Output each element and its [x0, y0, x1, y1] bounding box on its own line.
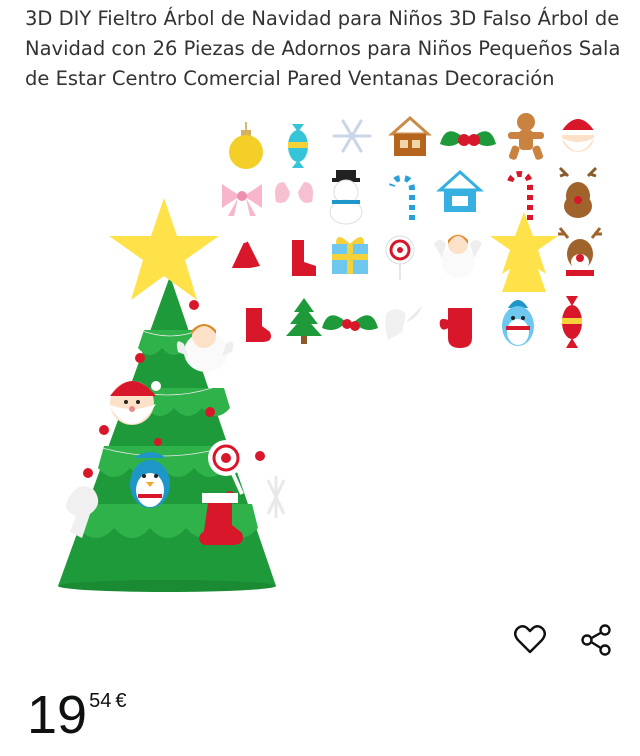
product-image[interactable]	[40, 108, 620, 608]
price-currency: €	[115, 690, 127, 712]
price-whole: 19	[27, 685, 88, 745]
favorite-button[interactable]	[510, 620, 550, 660]
product-actions	[508, 620, 618, 660]
ornament-set-illustration	[222, 113, 602, 348]
product-price: 19 54 €	[27, 680, 126, 750]
price-fraction: 54	[89, 690, 112, 712]
share-button[interactable]	[576, 620, 616, 660]
heart-icon	[514, 625, 546, 654]
share-icon	[581, 624, 611, 656]
product-title: 3D DIY Fieltro Árbol de Navidad para Niñ…	[25, 7, 621, 90]
